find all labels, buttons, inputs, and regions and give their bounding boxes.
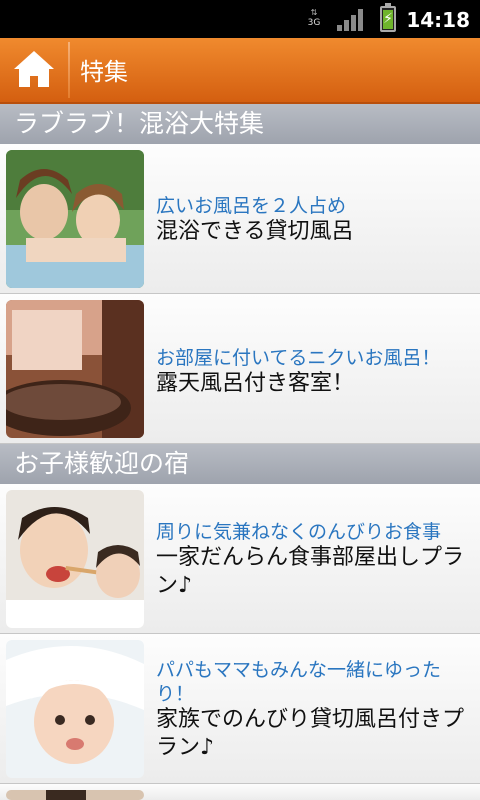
section-header-couple: ラブラブ！混浴大特集 bbox=[0, 104, 480, 144]
list-item[interactable]: 周りに気兼ねなくのんびりお食事 一家だんらん食事部屋出しプラン♪ bbox=[0, 484, 480, 634]
status-clock: 14:18 bbox=[406, 8, 470, 32]
battery-charging-icon: ⚡ bbox=[380, 3, 396, 32]
status-bar: ⇅ 3G ⚡ 14:18 bbox=[0, 0, 480, 38]
item-thumbnail-family-meal bbox=[6, 490, 144, 628]
home-button[interactable] bbox=[0, 38, 68, 102]
item-thumbnail-baby-bath bbox=[6, 640, 144, 778]
item-thumbnail-couple-bath bbox=[6, 150, 144, 288]
item-catchphrase: 広いお風呂を２人占め bbox=[156, 195, 347, 217]
signal-strength-icon bbox=[337, 9, 365, 31]
item-thumbnail-partial bbox=[6, 790, 144, 800]
title-divider bbox=[68, 42, 70, 98]
item-title: 混浴できる貸切風呂 bbox=[156, 219, 354, 244]
list-item[interactable]: パパもママもみんな一緒にゆったり！ 家族でのんびり貸切風呂付きプラン♪ bbox=[0, 634, 480, 784]
item-catchphrase: お部屋に付いてるニクいお風呂！ bbox=[156, 347, 441, 369]
list-item-partial[interactable] bbox=[0, 784, 480, 800]
list-item[interactable]: 広いお風呂を２人占め 混浴できる貸切風呂 bbox=[0, 144, 480, 294]
page-title: 特集 bbox=[80, 58, 128, 86]
item-title: 家族でのんびり貸切風呂付きプラン♪ bbox=[156, 707, 465, 760]
network-3g-icon: ⇅ 3G bbox=[307, 8, 321, 28]
item-catchphrase: 周りに気兼ねなくのんびりお食事 bbox=[156, 521, 442, 543]
list-item[interactable]: お部屋に付いてるニクいお風呂！ 露天風呂付き客室！ bbox=[0, 294, 480, 444]
section-header-kids-welcome: お子様歓迎の宿 bbox=[0, 444, 480, 484]
item-catchphrase: パパもママもみんな一緒にゆったり！ bbox=[156, 659, 442, 705]
item-title: 一家だんらん食事部屋出しプラン♪ bbox=[156, 545, 465, 598]
item-thumbnail-open-air-bath bbox=[6, 300, 144, 438]
home-icon bbox=[14, 51, 54, 87]
item-title: 露天風呂付き客室！ bbox=[156, 371, 355, 396]
title-bar: 特集 bbox=[0, 38, 480, 104]
